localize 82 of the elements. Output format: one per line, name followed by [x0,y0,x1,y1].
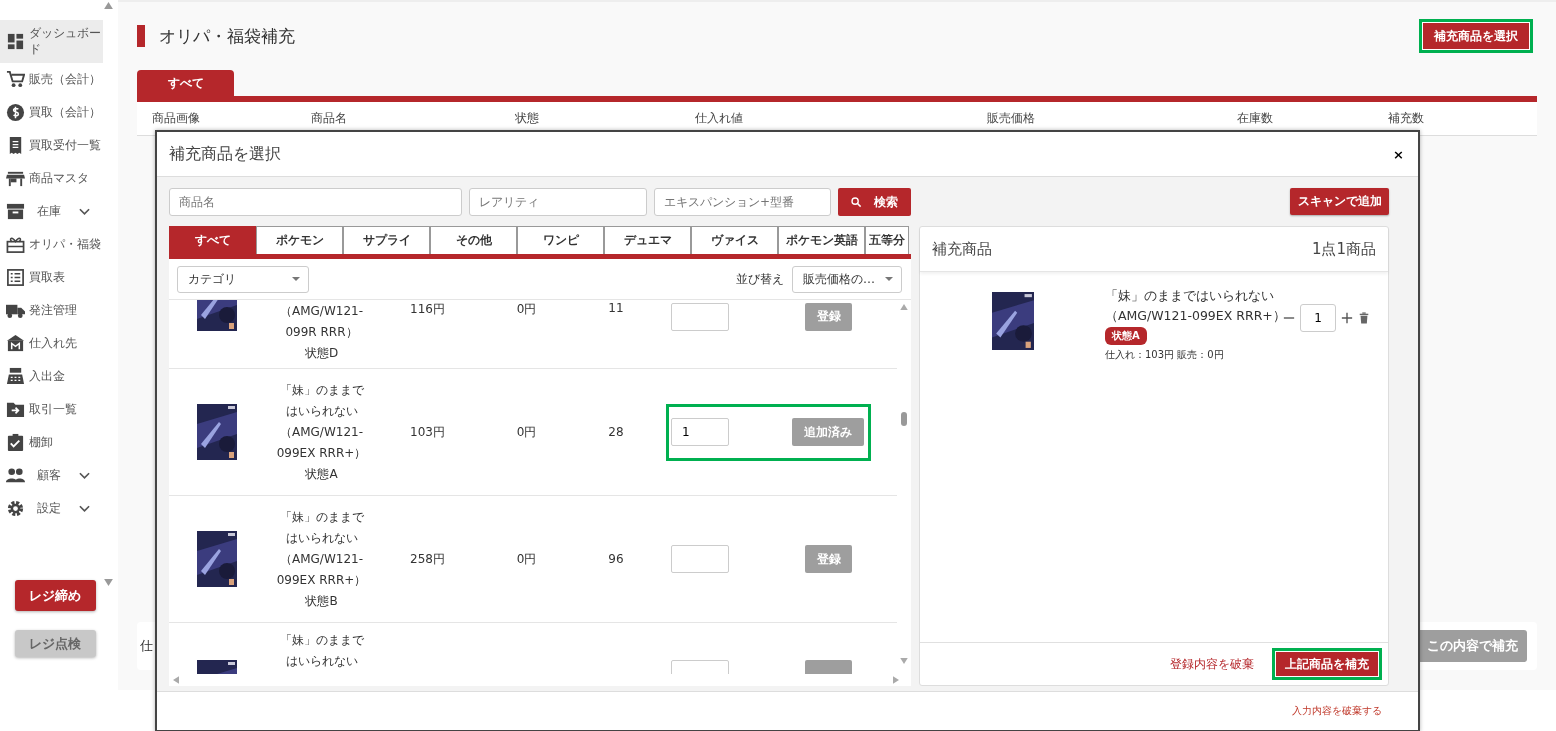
product-name: （AMG/W121- [280,550,363,568]
condition-label: 状態D [304,345,339,362]
product-name: 「妹」のままで [279,508,364,526]
cost-price: 103円 [410,424,445,439]
sidebar-item[interactable]: 入出金 [0,360,103,393]
product-name: （AMG/W121- [280,423,363,441]
sidebar-item[interactable]: 発注管理 [0,294,103,327]
category-tab[interactable]: ポケモン英語 [778,226,865,254]
sidebar-item[interactable]: 買取受付一覧 [0,129,103,162]
cart-item-name: （AMG/W121-099EX RRR+） [1105,307,1286,325]
column-header: 商品画像 [152,110,201,127]
sidebar-item[interactable]: 在庫 [0,195,103,228]
category-tab[interactable]: ヴァイス [691,226,778,254]
product-name: 099EX RRR+） [276,571,367,589]
search-button[interactable]: 検索 [838,188,911,216]
cart-count: 1点1商品 [1311,239,1376,259]
sidebar-item[interactable]: 取引一覧 [0,393,103,426]
category-tab[interactable]: その他 [430,226,517,254]
quantity-field[interactable]: 1 [1300,304,1336,332]
sidebar-item[interactable]: 買取（会計） [0,96,103,129]
cost-price: 116円 [410,302,445,316]
sort-label: 並び替え [736,270,784,288]
sidebar-item[interactable]: 商品マスタ [0,162,103,195]
sidebar-item[interactable]: 買取表 [0,261,103,294]
cart-title: 補充商品 [932,239,992,259]
dialog-title: 補充商品を選択 [169,143,281,165]
sidebar-item[interactable]: 棚卸 [0,426,103,459]
product-name: 099R RRR） [285,324,358,341]
column-header: 在庫数 [1237,110,1274,127]
scan-add-button[interactable]: スキャンで追加 [1290,188,1389,215]
cart-item-name: 「妹」のままではいられない [1105,287,1274,305]
product-name: はいられない [285,653,358,670]
sidebar-item[interactable]: ダッシュボード [0,20,103,63]
discard-input-link[interactable]: 入力内容を破棄する [1286,703,1388,719]
condition-badge: 状態A [1105,327,1147,345]
condition-label: 状態B [305,592,338,610]
column-header: 仕入れ値 [695,110,744,127]
category-tab[interactable]: ワンピ [517,226,604,254]
footer-label: 仕 [140,637,153,655]
condition-label: 状態A [305,465,338,483]
column-header: 販売価格 [987,110,1036,127]
sale-price: 0円 [516,551,537,566]
stock-count: 96 [608,552,624,566]
search-field[interactable]: エキスパンション+型番 [654,188,832,216]
tab[interactable]: すべて [137,70,234,96]
sidebar-item[interactable]: 仕入れ先 [0,327,103,360]
register-button[interactable]: レジ締め [14,580,96,611]
sale-price: 0円 [516,302,537,316]
column-header: 補充数 [1388,110,1425,127]
category-tab[interactable]: 五等分 [865,226,909,254]
product-name: はいられない [285,529,358,547]
close-button[interactable]: × [1389,146,1408,162]
sidebar-item[interactable]: オリパ・福袋 [0,228,103,261]
category-select[interactable]: カテゴリ [177,265,309,293]
category-tab[interactable]: デュエマ [604,226,691,254]
product-name: （AMG/W121- [280,303,363,320]
page-title: オリパ・福袋補充 [137,25,295,47]
sort-select[interactable]: 販売価格の… [792,265,902,293]
sidebar-item[interactable]: 販売（会計） [0,63,103,96]
select-items-button[interactable]: 補充商品を選択 [1419,19,1533,53]
column-header: 状態 [515,110,540,127]
register-button[interactable]: レジ点検 [14,630,96,657]
category-tab[interactable]: ポケモン [256,226,343,254]
cost-price: 258円 [410,551,445,566]
sale-price: 0円 [516,424,537,439]
column-header: 商品名 [311,110,348,127]
search-field[interactable]: レアリティ [468,188,647,216]
category-tab[interactable]: すべて [169,226,256,254]
product-name: 「妹」のままで [279,381,364,399]
product-name: 「妹」のままで [279,632,364,649]
stock-count: 28 [608,425,624,439]
product-name: はいられない [285,402,358,420]
category-tab[interactable]: サプライ [343,226,430,254]
sidebar-item[interactable]: 顧客 [0,459,103,492]
stock-count: 11 [608,301,624,315]
replenish-items-button[interactable]: 上記商品を補充 [1272,648,1382,680]
discard-link[interactable]: 登録内容を破棄 [1164,654,1260,674]
product-name: 099EX RRR+） [276,444,367,462]
cart-item-prices: 仕入れ：103円 販売：0円 [1105,348,1224,362]
quantity-field[interactable]: 1 [671,418,729,446]
sidebar-item[interactable]: 設定 [0,492,103,525]
search-field[interactable]: 商品名 [169,188,462,216]
